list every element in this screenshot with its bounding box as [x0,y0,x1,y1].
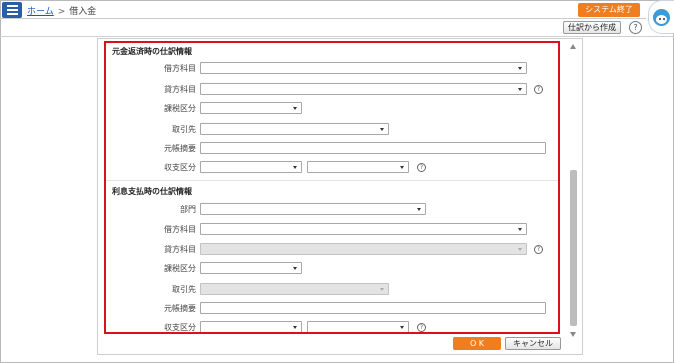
income-expense-label: 収支区分 [164,323,196,332]
partner-select[interactable] [200,123,389,135]
department-select[interactable] [200,203,426,215]
tax-category-select[interactable] [200,102,302,114]
tax-category-label: 課税区分 [164,264,196,273]
income-expense-select-primary[interactable] [200,161,302,173]
section-divider [106,180,558,181]
partner-select-disabled [200,283,389,295]
create-from-entry-button[interactable]: 仕訳から作成 [563,21,621,34]
scrollbar-thumb[interactable] [570,170,577,326]
scroll-up-arrow-icon[interactable] [570,44,576,49]
section-title-interest-payment: 利息支払時の仕訳情報 [112,187,192,196]
ledger-memo-input[interactable] [200,302,546,314]
debit-account-select[interactable] [200,223,527,235]
partner-label: 取引先 [172,125,196,134]
tax-category-label: 課税区分 [164,104,196,113]
credit-account-select-disabled [200,243,527,255]
cancel-button[interactable]: キャンセル [505,337,561,350]
income-expense-label: 収支区分 [164,163,196,172]
debit-account-label: 借方科目 [164,225,196,234]
scroll-down-arrow-icon[interactable] [570,332,576,337]
hamburger-menu-icon[interactable] [2,2,22,18]
help-icon[interactable]: ? [534,245,543,254]
ok-button[interactable]: O K [453,337,501,350]
assistant-avatar-icon[interactable] [648,0,674,34]
header-divider [0,18,646,19]
partner-label: 取引先 [172,285,196,294]
income-expense-select-primary[interactable] [200,321,302,332]
breadcrumb-current: 借入金 [69,7,97,17]
help-icon[interactable]: ? [417,163,426,172]
help-icon[interactable]: ? [417,323,426,332]
income-expense-select-secondary[interactable] [307,321,409,332]
credit-account-select[interactable] [200,83,527,95]
department-label: 部門 [180,205,196,214]
ledger-memo-input[interactable] [200,142,546,154]
breadcrumb: ホーム > 借入金 [27,4,96,17]
credit-account-label: 貸方科目 [164,85,196,94]
section-title-principal-repayment: 元金返済時の仕訳情報 [112,47,192,56]
toolbar-divider [0,36,674,37]
credit-account-label: 貸方科目 [164,245,196,254]
income-expense-select-secondary[interactable] [307,161,409,173]
debit-account-select[interactable] [200,62,527,74]
help-icon[interactable]: ? [629,21,642,34]
ledger-memo-label: 元帳摘要 [164,304,196,313]
vertical-scrollbar[interactable] [567,41,580,340]
breadcrumb-home-link[interactable]: ホーム [27,7,54,17]
ledger-memo-label: 元帳摘要 [164,144,196,153]
help-icon[interactable]: ? [534,85,543,94]
assistant-face-icon [653,8,670,26]
tax-category-select[interactable] [200,262,302,274]
breadcrumb-separator: > [57,7,66,17]
debit-account-label: 借方科目 [164,64,196,73]
system-exit-button[interactable]: システム終了 [578,3,640,17]
journal-settings-area: 元金返済時の仕訳情報 借方科目 貸方科目 ? 課税区分 取引先 元帳摘要 収支区… [104,41,560,334]
